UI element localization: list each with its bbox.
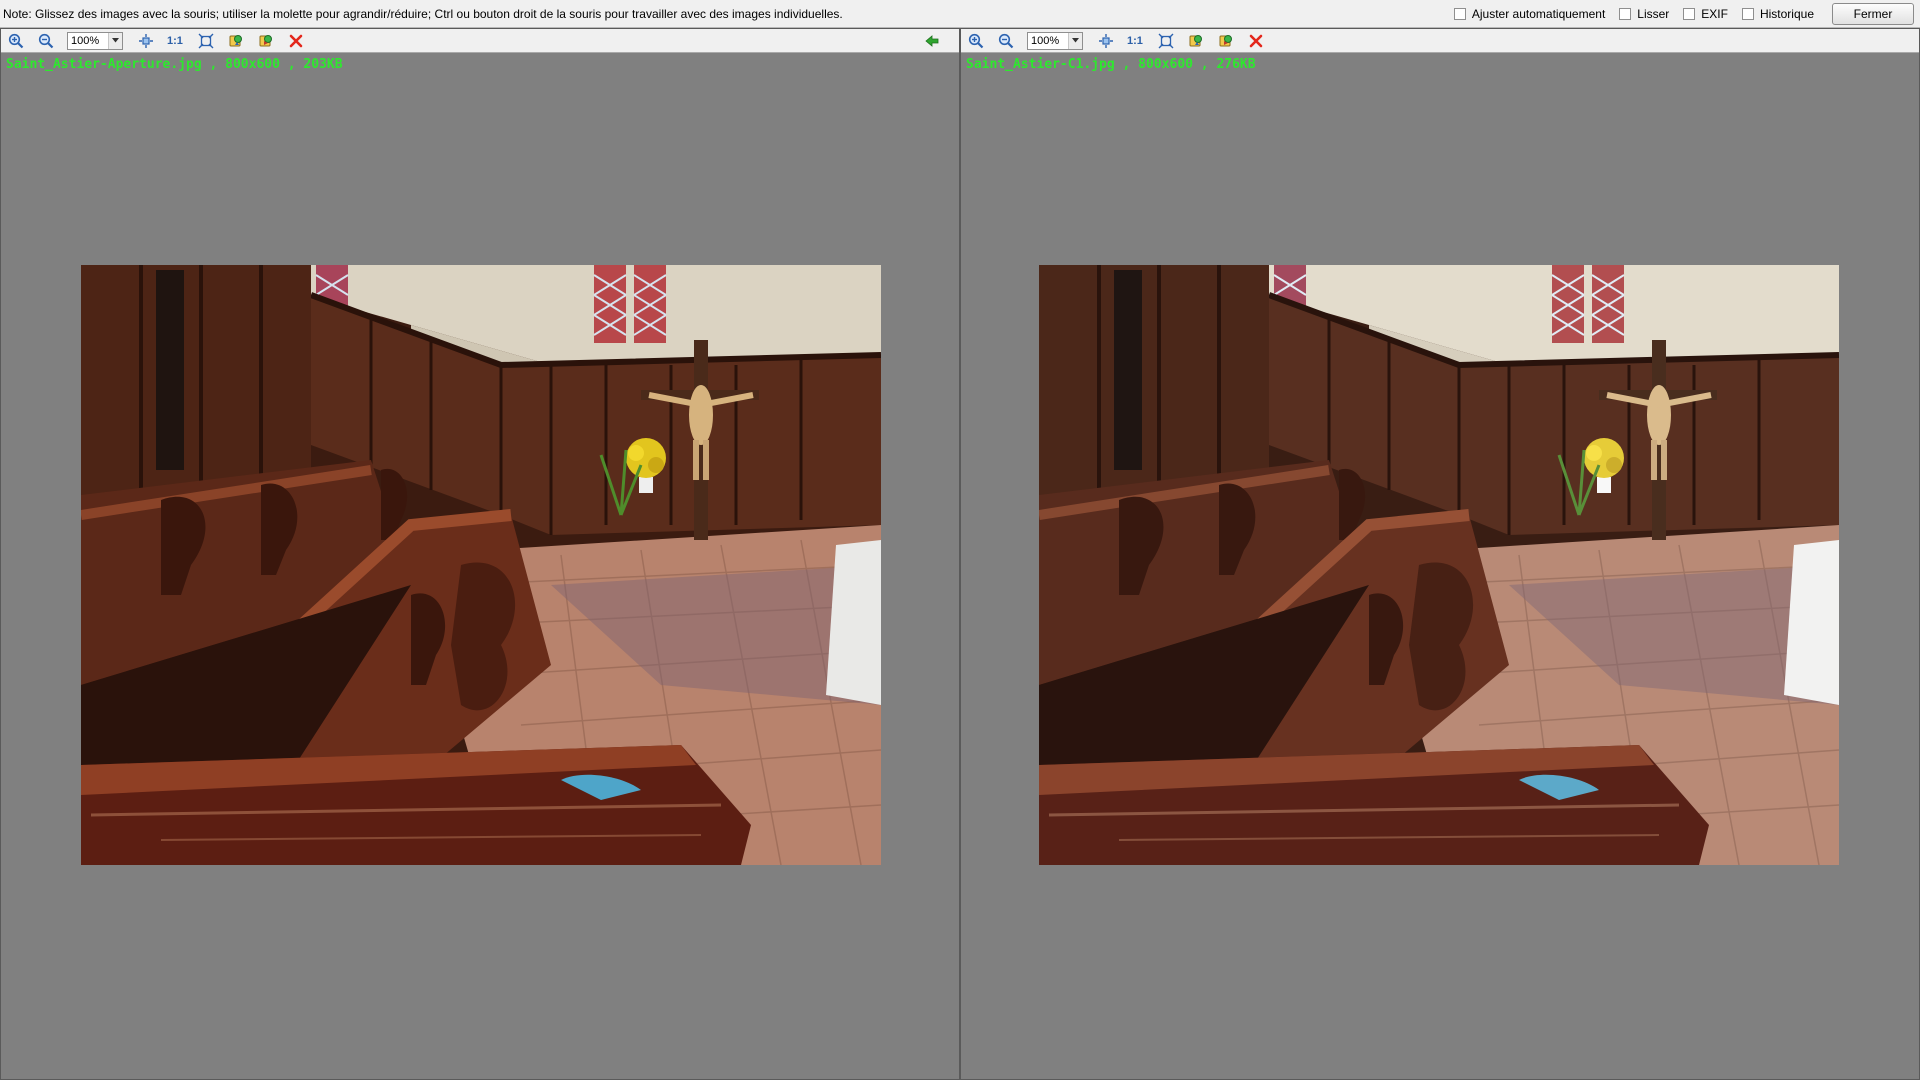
history-checkbox[interactable]: [1741, 8, 1754, 20]
rotate-right-icon[interactable]: [257, 32, 275, 50]
exif-label: EXIF: [1701, 7, 1728, 21]
back-arrow-icon[interactable]: [923, 32, 941, 50]
zoom-out-icon[interactable]: [997, 32, 1015, 50]
left-toolbar: 100% 1:1: [1, 29, 959, 53]
exif-option[interactable]: EXIF: [1683, 7, 1728, 21]
right-image[interactable]: [1039, 265, 1839, 865]
close-button[interactable]: Fermer: [1832, 3, 1914, 25]
top-note-bar: Note: Glissez des images avec la souris;…: [0, 0, 1920, 28]
smooth-checkbox[interactable]: [1619, 8, 1632, 20]
right-image-panel[interactable]: 100% 1:1 Saint_Astier-C1.jpg , 800x600 ,…: [960, 28, 1920, 1080]
smooth-option[interactable]: Lisser: [1619, 7, 1669, 21]
smooth-label: Lisser: [1637, 7, 1670, 21]
actual-size-button[interactable]: 1:1: [167, 35, 183, 47]
fit-icon[interactable]: [137, 32, 155, 50]
exif-checkbox[interactable]: [1683, 8, 1696, 20]
history-label: Historique: [1759, 7, 1814, 21]
left-zoom-value: 100%: [71, 34, 100, 47]
left-image-panel[interactable]: 100% 1:1 Saint_Astier-Aperture.jpg , 800…: [0, 28, 960, 1080]
right-toolbar: 100% 1:1: [961, 29, 1919, 53]
rotate-left-icon[interactable]: [1187, 32, 1205, 50]
chevron-down-icon[interactable]: [1068, 32, 1082, 49]
auto-fit-option[interactable]: Ajuster automatiquement: [1453, 7, 1606, 21]
zoom-in-icon[interactable]: [7, 32, 25, 50]
auto-fit-checkbox[interactable]: [1453, 8, 1466, 20]
right-zoom-value: 100%: [1031, 34, 1060, 47]
rotate-right-icon[interactable]: [1217, 32, 1235, 50]
options-group: Ajuster automatiquement Lisser EXIF Hist…: [1453, 0, 1920, 28]
right-zoom-select[interactable]: 100%: [1027, 31, 1083, 50]
fullscreen-icon[interactable]: [197, 32, 215, 50]
actual-size-button[interactable]: 1:1: [1127, 35, 1143, 47]
left-zoom-select[interactable]: 100%: [67, 31, 123, 50]
history-option[interactable]: Historique: [1741, 7, 1814, 21]
zoom-out-icon[interactable]: [37, 32, 55, 50]
chevron-down-icon[interactable]: [108, 32, 122, 49]
rotate-left-icon[interactable]: [227, 32, 245, 50]
zoom-in-icon[interactable]: [967, 32, 985, 50]
fit-icon[interactable]: [1097, 32, 1115, 50]
left-image[interactable]: [81, 265, 881, 865]
close-x-icon[interactable]: [1247, 32, 1265, 50]
instruction-note: Note: Glissez des images avec la souris;…: [3, 7, 843, 21]
auto-fit-label: Ajuster automatiquement: [1471, 7, 1606, 21]
left-file-info: Saint_Astier-Aperture.jpg , 800x600 , 20…: [6, 57, 343, 72]
close-x-icon[interactable]: [287, 32, 305, 50]
fullscreen-icon[interactable]: [1157, 32, 1175, 50]
right-file-info: Saint_Astier-C1.jpg , 800x600 , 276KB: [966, 57, 1256, 72]
